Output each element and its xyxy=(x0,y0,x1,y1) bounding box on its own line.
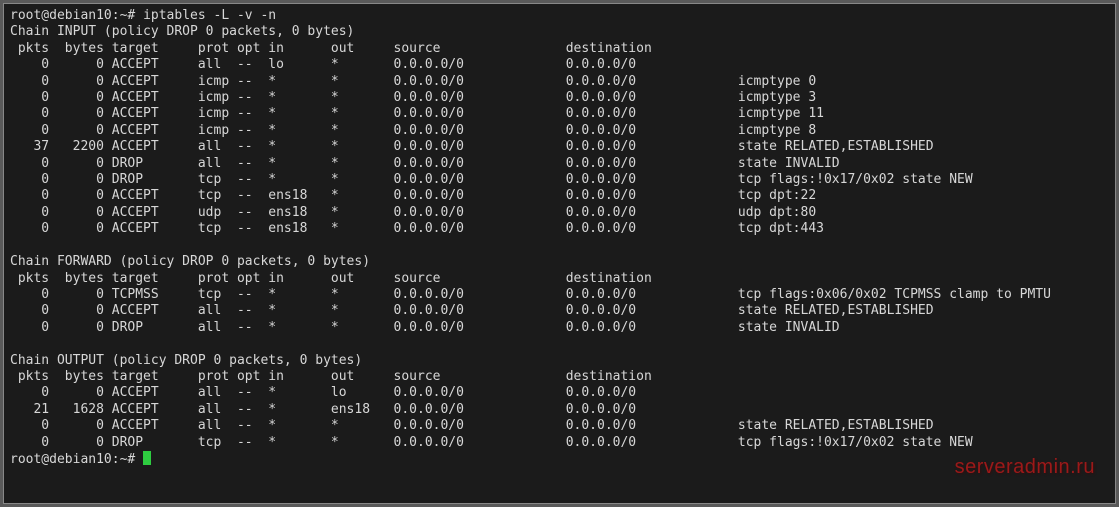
table-row: 0 0 DROP tcp -- * * 0.0.0.0/0 0.0.0.0/0 … xyxy=(10,172,1109,188)
table-header: pkts bytes target prot opt in out source… xyxy=(10,369,1109,385)
prompt-command: iptables -L -v -n xyxy=(143,8,276,23)
table-row: 0 0 ACCEPT udp -- ens18 * 0.0.0.0/0 0.0.… xyxy=(10,205,1109,221)
table-row: 37 2200 ACCEPT all -- * * 0.0.0.0/0 0.0.… xyxy=(10,139,1109,155)
table-row: 0 0 ACCEPT icmp -- * * 0.0.0.0/0 0.0.0.0… xyxy=(10,90,1109,106)
prompt-sep: : xyxy=(112,452,120,467)
table-row: 0 0 ACCEPT all -- * lo 0.0.0.0/0 0.0.0.0… xyxy=(10,385,1109,401)
terminal-frame: root@debian10:~# iptables -L -v -nChain … xyxy=(0,0,1119,507)
table-header: pkts bytes target prot opt in out source… xyxy=(10,41,1109,57)
table-row: 0 0 TCPMSS tcp -- * * 0.0.0.0/0 0.0.0.0/… xyxy=(10,287,1109,303)
table-row: 0 0 DROP all -- * * 0.0.0.0/0 0.0.0.0/0 … xyxy=(10,156,1109,172)
table-row: 0 0 ACCEPT tcp -- ens18 * 0.0.0.0/0 0.0.… xyxy=(10,188,1109,204)
chain-title: Chain INPUT (policy DROP 0 packets, 0 by… xyxy=(10,24,1109,40)
table-row: 0 0 ACCEPT all -- * * 0.0.0.0/0 0.0.0.0/… xyxy=(10,418,1109,434)
table-row: 0 0 ACCEPT icmp -- * * 0.0.0.0/0 0.0.0.0… xyxy=(10,74,1109,90)
table-row: 0 0 ACCEPT all -- * * 0.0.0.0/0 0.0.0.0/… xyxy=(10,303,1109,319)
prompt-line[interactable]: root@debian10:~# iptables -L -v -n xyxy=(10,8,1109,24)
table-row: 0 0 ACCEPT all -- lo * 0.0.0.0/0 0.0.0.0… xyxy=(10,57,1109,73)
prompt-line[interactable]: root@debian10:~# xyxy=(10,451,1109,468)
prompt-hash: # xyxy=(127,8,143,23)
blank-line xyxy=(10,238,1109,254)
blank-line xyxy=(10,336,1109,352)
chain-title: Chain FORWARD (policy DROP 0 packets, 0 … xyxy=(10,254,1109,270)
prompt-user: root@debian10 xyxy=(10,8,112,23)
cursor xyxy=(143,451,151,465)
table-row: 0 0 DROP all -- * * 0.0.0.0/0 0.0.0.0/0 … xyxy=(10,320,1109,336)
table-header: pkts bytes target prot opt in out source… xyxy=(10,271,1109,287)
prompt-user: root@debian10 xyxy=(10,452,112,467)
prompt-sep: : xyxy=(112,8,120,23)
table-row: 0 0 ACCEPT icmp -- * * 0.0.0.0/0 0.0.0.0… xyxy=(10,106,1109,122)
table-row: 0 0 ACCEPT icmp -- * * 0.0.0.0/0 0.0.0.0… xyxy=(10,123,1109,139)
prompt-hash: # xyxy=(127,452,143,467)
table-row: 0 0 DROP tcp -- * * 0.0.0.0/0 0.0.0.0/0 … xyxy=(10,435,1109,451)
table-row: 21 1628 ACCEPT all -- * ens18 0.0.0.0/0 … xyxy=(10,402,1109,418)
table-row: 0 0 ACCEPT tcp -- ens18 * 0.0.0.0/0 0.0.… xyxy=(10,221,1109,237)
terminal[interactable]: root@debian10:~# iptables -L -v -nChain … xyxy=(3,3,1116,504)
chain-title: Chain OUTPUT (policy DROP 0 packets, 0 b… xyxy=(10,353,1109,369)
